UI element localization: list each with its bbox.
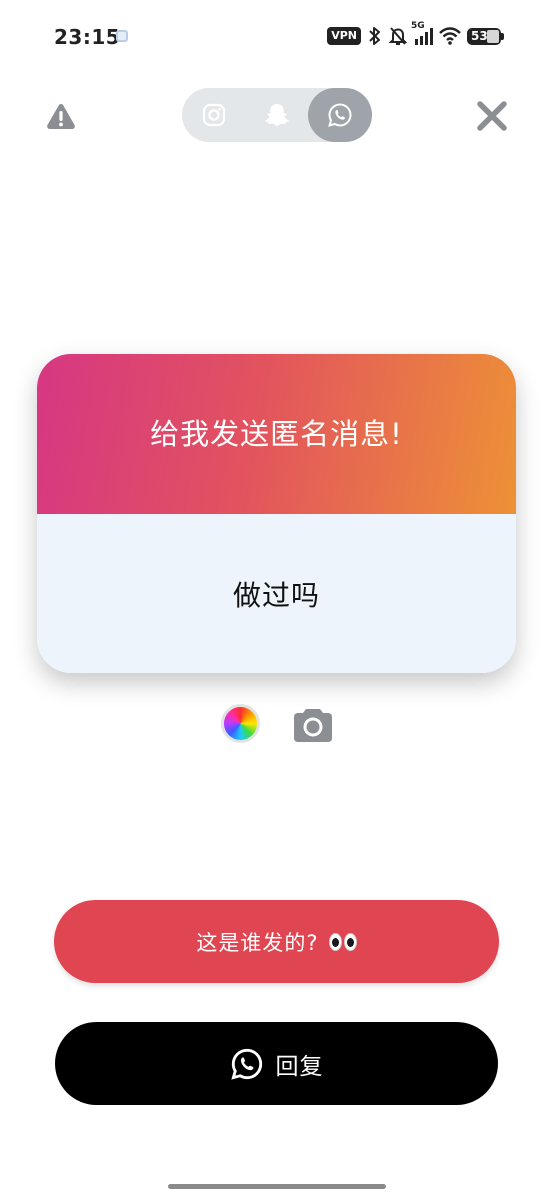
question-card: 给我发送匿名消息! 做过吗 <box>37 354 516 673</box>
card-header: 给我发送匿名消息! <box>37 354 516 514</box>
whatsapp-icon <box>328 103 352 127</box>
eyes-icon <box>328 932 357 951</box>
who-sent-this-label: 这是谁发的? <box>196 930 319 955</box>
status-bar: 23:15 VPN 5G 53 <box>0 0 553 72</box>
tab-snapchat[interactable] <box>245 88 308 142</box>
report-button[interactable] <box>44 99 78 133</box>
warning-icon <box>47 104 75 129</box>
close-icon <box>477 101 507 131</box>
card-title: 给我发送匿名消息! <box>150 417 403 451</box>
status-icons: VPN 5G 53 <box>327 21 504 48</box>
notification-icon <box>116 30 128 42</box>
bluetooth-icon <box>367 26 383 46</box>
network-type: 5G <box>411 21 425 31</box>
tab-whatsapp[interactable] <box>308 88 372 142</box>
whatsapp-icon <box>230 1048 262 1080</box>
instagram-icon <box>202 103 225 127</box>
who-sent-this-button[interactable]: 这是谁发的? <box>54 900 499 983</box>
camera-icon <box>294 709 332 742</box>
reply-label: 回复 <box>275 1053 324 1080</box>
vpn-badge: VPN <box>327 27 361 45</box>
tab-instagram[interactable] <box>182 88 245 142</box>
reply-button[interactable]: 回复 <box>55 1022 498 1105</box>
close-button[interactable] <box>472 96 512 136</box>
battery-level: 53 <box>471 29 488 43</box>
battery-icon: 53 <box>467 27 504 45</box>
color-wheel-icon[interactable] <box>221 704 260 743</box>
snapchat-icon <box>264 104 289 126</box>
camera-button[interactable] <box>291 702 335 746</box>
wifi-icon <box>439 27 461 45</box>
home-indicator[interactable] <box>168 1184 386 1189</box>
cellular-signal-icon: 5G <box>411 21 433 45</box>
status-time: 23:15 <box>54 25 121 49</box>
bell-muted-icon <box>389 26 407 46</box>
share-platform-selector <box>182 88 372 142</box>
card-body: 做过吗 <box>37 514 516 673</box>
question-text: 做过吗 <box>232 578 320 612</box>
